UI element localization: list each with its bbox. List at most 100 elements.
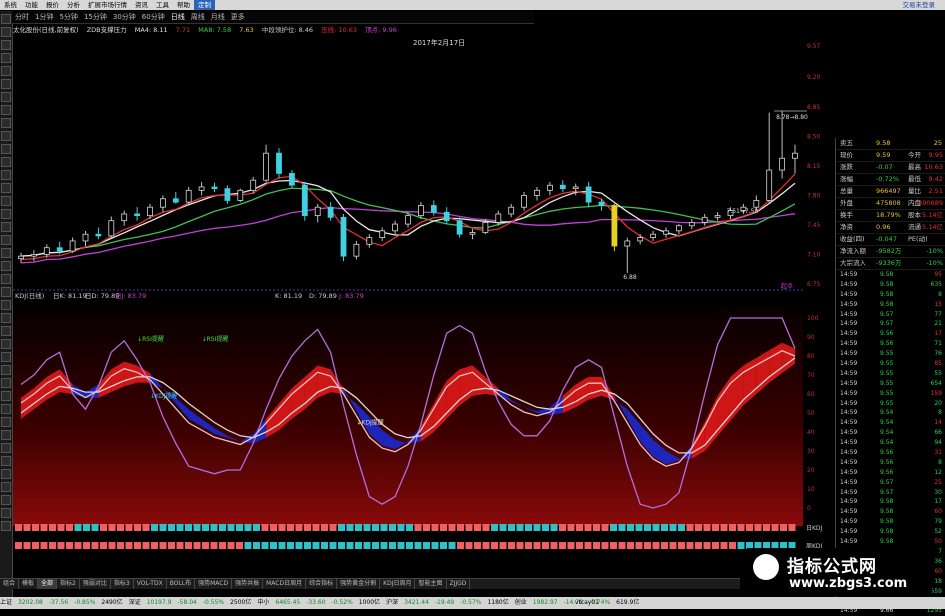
indicator-tab-8[interactable]: 强势MACD: [195, 579, 233, 589]
tick-time: 14:59: [840, 360, 858, 368]
candle-body: [288, 173, 295, 186]
indicator-tab-12[interactable]: 强势黄金分割: [337, 579, 381, 589]
indicator-tab-11[interactable]: 综合指标: [306, 579, 338, 589]
period-tab-7[interactable]: 周线: [188, 11, 208, 23]
tick-volume: 36: [934, 557, 942, 565]
indicator-tab-14[interactable]: 智能主图: [415, 579, 447, 589]
left-tool-icon[interactable]: [1, 495, 11, 505]
menu-item-3[interactable]: 分析: [63, 0, 84, 10]
index-percent: -0.52%: [331, 599, 353, 606]
left-tool-icon[interactable]: [1, 40, 11, 50]
period-tab-3[interactable]: 15分钟: [81, 11, 110, 23]
status-user: vtcay01: [574, 599, 599, 606]
menu-item-5[interactable]: 资讯: [131, 0, 152, 10]
indicator-tab-10[interactable]: MACD日周月: [263, 579, 307, 589]
left-tool-icon[interactable]: [1, 118, 11, 128]
left-tool-icon[interactable]: [1, 482, 11, 492]
indicator-tab-5[interactable]: 指标3: [111, 579, 134, 589]
left-tool-icon[interactable]: [1, 339, 11, 349]
left-tool-icon[interactable]: [1, 66, 11, 76]
period-tab-0[interactable]: 分时: [12, 11, 32, 23]
left-tool-icon[interactable]: [1, 521, 11, 531]
tick-row: 14:59 9.56 12: [836, 468, 945, 478]
menu-item-7[interactable]: 帮助: [173, 0, 194, 10]
indicator-tab-6[interactable]: VOL-TDX: [134, 579, 167, 589]
left-tool-icon[interactable]: [1, 131, 11, 141]
login-status[interactable]: 交易未登录: [903, 0, 936, 10]
quote-row: 净资 0.96 流通 5.14亿: [836, 222, 945, 234]
indicator-tab-3[interactable]: 指标2: [57, 579, 80, 589]
left-tool-icon[interactable]: [1, 326, 11, 336]
signal-marker: ↓RSI提醒: [137, 335, 164, 343]
price-axis-label: 9.20: [807, 74, 821, 81]
left-tool-icon[interactable]: [1, 144, 11, 154]
left-tool-icon[interactable]: [1, 274, 11, 284]
menu-item-custom[interactable]: 定制: [194, 0, 215, 10]
left-tool-icon[interactable]: [1, 79, 11, 89]
daily-kdj-strip-cell: [74, 524, 82, 531]
quote-label: 净流入额: [840, 247, 866, 255]
tick-time: 14:59: [840, 389, 858, 397]
kline-chart[interactable]: 2017年2月17日 9.57 9.20 8.85 8.50 8.15 7.80 7.45 7.…: [13, 36, 835, 596]
left-tool-icon[interactable]: [1, 365, 11, 375]
left-tool-icon[interactable]: [1, 235, 11, 245]
menu-item-0[interactable]: 系统: [0, 0, 21, 10]
tick-row: 14:59 9.58 635: [836, 280, 945, 290]
indicator-tab-1[interactable]: 模板: [19, 579, 39, 589]
left-tool-icon[interactable]: [1, 209, 11, 219]
left-tool-icon[interactable]: [1, 469, 11, 479]
left-tool-icon[interactable]: [1, 300, 11, 310]
left-tool-icon[interactable]: [1, 456, 11, 466]
left-tool-icon[interactable]: [1, 417, 11, 427]
indicator-tab-7[interactable]: BOLL布: [167, 579, 196, 589]
left-tool-icon[interactable]: [1, 508, 11, 518]
left-tool-icon[interactable]: [1, 222, 11, 232]
period-tab-6[interactable]: 日线: [168, 11, 188, 23]
weekly-kdj-strip-cell: [346, 542, 354, 549]
period-tab-5[interactable]: 60分钟: [139, 11, 168, 23]
indicator-tab-2[interactable]: 全部: [38, 579, 58, 589]
left-tool-icon[interactable]: [1, 352, 11, 362]
left-tool-icon[interactable]: [1, 53, 11, 63]
indicator-tab-4[interactable]: 强弱对比: [80, 579, 111, 589]
daily-kdj-strip-cell: [431, 524, 439, 531]
left-tool-icon[interactable]: [1, 404, 11, 414]
left-tool-icon[interactable]: [1, 391, 11, 401]
left-tool-icon[interactable]: [1, 196, 11, 206]
left-tool-icon[interactable]: [1, 378, 11, 388]
left-tool-icon[interactable]: [1, 443, 11, 453]
tick-time: 14:59: [840, 468, 858, 476]
period-tab-2[interactable]: 5分钟: [56, 11, 80, 23]
menu-item-2[interactable]: 报价: [42, 0, 63, 10]
left-tool-icon[interactable]: [1, 248, 11, 258]
left-tool-icon[interactable]: [1, 430, 11, 440]
indicator-tab-15[interactable]: ZJJGD: [447, 579, 471, 589]
indicator-tab-13[interactable]: KDJ日周月: [380, 579, 416, 589]
left-tool-icon[interactable]: [1, 170, 11, 180]
candle-body: [263, 152, 270, 181]
left-tool-icon[interactable]: [1, 92, 11, 102]
daily-kdj-strip-cell: [227, 524, 235, 531]
tick-row: 14:59 9.55 20: [836, 399, 945, 409]
left-tool-icon[interactable]: [1, 157, 11, 167]
left-tool-icon[interactable]: [1, 261, 11, 271]
indicator-tab-0[interactable]: 组合: [0, 579, 20, 589]
quote-value: 9.59: [876, 151, 891, 159]
menu-item-4[interactable]: 扩展市场行情: [84, 0, 131, 10]
left-tool-icon[interactable]: [1, 27, 11, 37]
tick-volume: 71: [934, 340, 942, 348]
period-tab-8[interactable]: 月线: [208, 11, 228, 23]
menu-item-1[interactable]: 功能: [21, 0, 42, 10]
period-tab-4[interactable]: 30分钟: [110, 11, 139, 23]
left-tool-icon[interactable]: [1, 313, 11, 323]
weekly-kdj-strip-cell: [49, 542, 56, 549]
left-tool-icon[interactable]: [1, 287, 11, 297]
left-tool-icon[interactable]: [1, 105, 11, 115]
period-tab-9[interactable]: 更多: [228, 11, 248, 23]
left-tool-icon[interactable]: [1, 183, 11, 193]
period-tab-1[interactable]: 1分钟: [32, 11, 56, 23]
quote-header-row: 卖五 9.58 25: [836, 138, 945, 150]
menu-item-6[interactable]: 工具: [152, 0, 173, 10]
left-tool-icon[interactable]: [1, 14, 11, 24]
indicator-tab-9[interactable]: 强势共振: [232, 579, 264, 589]
